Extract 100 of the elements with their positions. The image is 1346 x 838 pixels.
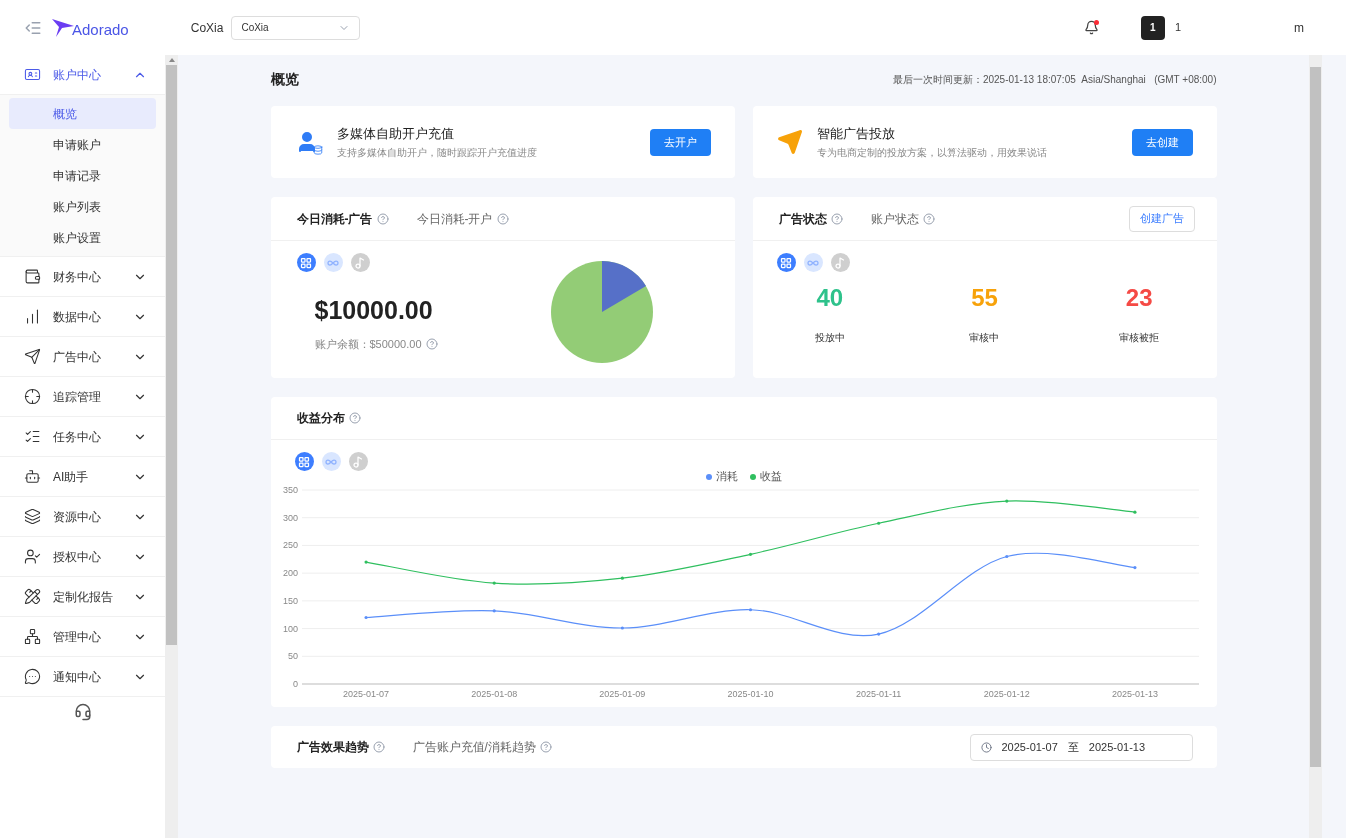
music-note-icon xyxy=(354,256,366,269)
tab[interactable]: 账户状态 xyxy=(870,209,919,228)
music-note-toggle[interactable] xyxy=(830,253,850,272)
data-point xyxy=(1004,554,1008,559)
data-point xyxy=(492,609,496,613)
infinity-toggle[interactable] xyxy=(323,253,343,272)
chat-icon xyxy=(24,668,41,685)
help-icon xyxy=(539,741,552,753)
last-updated-text: 最后一次时间更新：2025-01-13 18:07:05 Asia/Shanghai (GMT +08:00) xyxy=(892,73,1217,87)
grid-icon xyxy=(300,256,312,269)
id-card-icon xyxy=(24,66,41,83)
stat-value: 40 xyxy=(816,283,844,313)
music-note-icon xyxy=(352,455,364,468)
tab[interactable]: 广告状态 xyxy=(778,209,827,228)
nav-subitem[interactable]: 账户列表 xyxy=(9,191,156,222)
help-icon xyxy=(830,212,843,225)
y-tick-label: 150 xyxy=(282,595,298,606)
data-point xyxy=(363,560,368,564)
tab[interactable]: 今日消耗-开户 xyxy=(416,209,493,228)
y-tick-label: 100 xyxy=(282,623,298,634)
date-range-field[interactable]: 2025-01-07 至 2025-01-13 xyxy=(969,733,1193,761)
tab[interactable]: 今日消耗-广告 xyxy=(296,209,373,228)
legend-label[interactable]: 收益 xyxy=(759,471,782,482)
page-title: 概览 xyxy=(270,70,299,89)
target-icon xyxy=(24,388,41,405)
clock-icon xyxy=(980,741,992,753)
paper-plane-icon xyxy=(24,348,41,365)
data-point xyxy=(620,626,624,630)
user-badge[interactable]: 1 xyxy=(1140,15,1165,40)
legend-label[interactable]: 消耗 xyxy=(715,471,738,482)
nav-subitem[interactable]: 申请账户 xyxy=(9,129,156,160)
promo-button[interactable]: 去创建 xyxy=(1131,128,1193,156)
data-point xyxy=(620,576,624,580)
help-icon xyxy=(376,212,389,225)
logo-text: Adorado xyxy=(72,21,129,37)
scrollbar-thumb[interactable] xyxy=(166,65,177,645)
promo-subtitle: 支持多媒体自助开户，随时跟踪开户充值进度 xyxy=(336,146,538,161)
tab[interactable]: 广告账户充值/消耗趋势 xyxy=(412,738,536,756)
account-select[interactable]: CoXia xyxy=(231,15,361,40)
user-check-icon xyxy=(24,548,41,565)
support-agent-icon[interactable] xyxy=(73,703,92,721)
data-point xyxy=(748,608,752,612)
data-point xyxy=(1132,510,1137,514)
bell-icon xyxy=(1083,20,1099,35)
x-tick-label: 2025-01-07 xyxy=(342,689,389,699)
nav-subitem[interactable]: 申请记录 xyxy=(9,160,156,191)
hierarchy-icon xyxy=(24,628,41,645)
nav-subitem[interactable]: 概览 xyxy=(9,98,156,129)
nav-subitem[interactable]: 账户设置 xyxy=(9,222,156,253)
paper-plane-icon xyxy=(776,129,803,155)
promo-title: 多媒体自助开户充值 xyxy=(336,124,455,143)
grid-toggle[interactable] xyxy=(294,452,314,471)
grid-toggle[interactable] xyxy=(296,253,316,272)
y-tick-label: 200 xyxy=(282,568,298,579)
music-note-icon xyxy=(834,256,846,269)
infinity-toggle[interactable] xyxy=(803,253,823,272)
user-count: 1 xyxy=(1174,20,1181,36)
data-point xyxy=(1132,566,1137,570)
y-tick-label: 0 xyxy=(292,679,298,689)
music-note-toggle[interactable] xyxy=(350,253,370,272)
notification-button[interactable] xyxy=(1083,20,1099,35)
y-tick-label: 50 xyxy=(287,651,298,662)
x-tick-label: 2025-01-11 xyxy=(855,689,901,699)
x-tick-label: 2025-01-09 xyxy=(598,689,645,699)
data-point xyxy=(492,581,496,585)
stat-label: 审核被拒 xyxy=(1119,331,1160,345)
spend-amount: $10000.00 xyxy=(314,295,434,326)
grid-toggle[interactable] xyxy=(776,253,796,272)
checklist-icon xyxy=(24,428,41,445)
stat-value: 23 xyxy=(1125,283,1153,313)
y-tick-label: 250 xyxy=(282,540,298,551)
bar-chart-icon xyxy=(24,308,41,325)
stat-value: 55 xyxy=(971,283,998,313)
create-ad-button[interactable]: 创建广告 xyxy=(1128,205,1195,232)
promo-subtitle: 专为电商定制的投放方案，以算法驱动，用效果说话 xyxy=(816,146,1048,161)
help-icon xyxy=(348,412,361,424)
data-point xyxy=(363,615,368,620)
stat-label: 投放中 xyxy=(814,331,845,345)
music-note-toggle[interactable] xyxy=(348,452,368,471)
wallet-icon xyxy=(24,268,41,285)
pencil-ruler-icon xyxy=(24,588,41,605)
data-point xyxy=(876,521,880,525)
tab[interactable]: 广告效果趋势 xyxy=(296,738,369,756)
help-icon xyxy=(922,212,935,225)
x-tick-label: 2025-01-12 xyxy=(983,689,1030,699)
x-tick-label: 2025-01-08 xyxy=(470,689,517,699)
layers-icon xyxy=(24,508,41,525)
grid-icon xyxy=(298,455,310,468)
stat-label: 审核中 xyxy=(969,331,1000,345)
data-point xyxy=(876,632,880,636)
user-name[interactable]: m xyxy=(1294,18,1304,37)
infinity-toggle[interactable] xyxy=(321,452,341,471)
y-tick-label: 300 xyxy=(282,512,298,523)
card-title: 收益分布 xyxy=(296,410,345,427)
scrollbar-thumb[interactable] xyxy=(1310,67,1321,767)
grid-icon xyxy=(780,256,792,269)
logo-icon xyxy=(52,18,74,37)
promo-button[interactable]: 去开户 xyxy=(649,128,711,156)
y-tick-label: 350 xyxy=(282,485,298,495)
scroll-up-icon[interactable] xyxy=(168,58,175,62)
